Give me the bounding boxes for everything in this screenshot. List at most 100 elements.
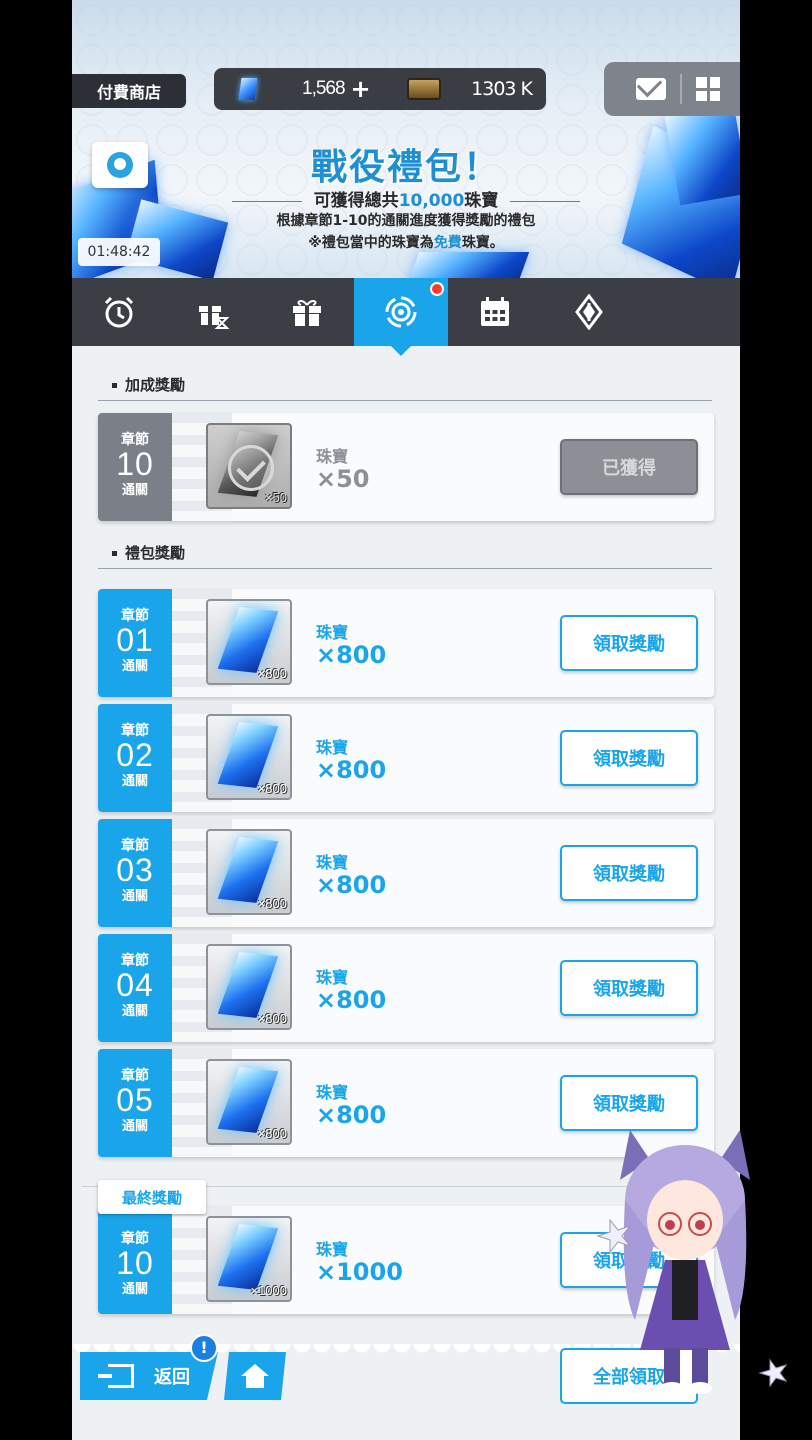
gem-icon [217, 1067, 279, 1133]
cleared-label: 通關 [121, 774, 148, 789]
item-quantity: ×800 [257, 1011, 287, 1026]
grid-menu-icon[interactable] [696, 77, 720, 101]
subtitle-text: 可獲得總共 [313, 191, 399, 211]
alarm-clock-icon [104, 296, 134, 328]
chapter-header: 章節 05 通關 [98, 1049, 172, 1157]
gem-icon [217, 837, 279, 903]
banner-note: ※禮包當中的珠寶為免費珠寶。 [72, 232, 740, 252]
mascot-avatar [596, 1130, 788, 1394]
gem-item-slot[interactable]: ×800 [206, 1059, 292, 1145]
top-right-menu [604, 62, 740, 116]
reward-amount: ×800 [316, 641, 387, 669]
claim-reward-button[interactable]: 領取獎勵 [560, 730, 698, 786]
tab-campaign[interactable] [354, 278, 448, 356]
cleared-label: 通關 [121, 483, 148, 498]
target-icon [385, 296, 417, 328]
gem-icon [217, 722, 279, 788]
chapter-number: 04 [116, 967, 154, 1003]
divider [680, 74, 682, 104]
claim-reward-button[interactable]: 領取獎勵 [560, 615, 698, 671]
home-button[interactable] [224, 1352, 286, 1400]
banner-title: 戰役禮包！ [310, 147, 501, 188]
gem-icon [217, 1224, 279, 1290]
banner-subtitle: 可獲得總共10,000珠寶 [72, 186, 740, 211]
chapter-header: 章節 03 通關 [98, 819, 172, 927]
gem-item-slot[interactable]: ×50 [206, 423, 292, 509]
gem-icon [217, 607, 279, 673]
package-reward-card: 章節 03 通關 ×800 珠寶 ×800 領取獎勵 [98, 819, 714, 927]
note-suffix: 珠寶。 [461, 235, 504, 251]
cleared-label: 通關 [121, 1004, 148, 1019]
tab-calendar[interactable] [448, 278, 542, 346]
section-title-package: 禮包獎勵 [112, 542, 185, 563]
chapter-number: 03 [116, 852, 154, 888]
reward-name: 珠寶 [316, 623, 349, 642]
mail-icon[interactable] [636, 78, 666, 100]
chapter-header: 章節 04 通關 [98, 934, 172, 1042]
home-icon [241, 1364, 269, 1388]
chapter-number: 05 [116, 1082, 154, 1118]
note-free: 免費 [433, 235, 462, 251]
item-quantity: ×800 [257, 781, 287, 796]
tab-alarm[interactable] [72, 278, 166, 346]
checkmark-icon [228, 445, 274, 491]
gem-icon [217, 952, 279, 1018]
countdown-timer: 01:48:42 [78, 238, 160, 266]
item-quantity: ×800 [257, 896, 287, 911]
bonus-reward-card: 章節 10 通關 ×50 珠寶 ×50 已獲得 [98, 413, 714, 521]
gem-item-slot[interactable]: ×800 [206, 829, 292, 915]
chapter-header: 章節 02 通關 [98, 704, 172, 812]
reward-amount: ×50 [316, 465, 370, 493]
section-divider [98, 568, 712, 569]
claim-reward-button[interactable]: 領取獎勵 [560, 845, 698, 901]
calendar-icon [481, 297, 509, 326]
reward-name: 珠寶 [316, 1240, 349, 1259]
gem-item-slot[interactable]: ×1000 [206, 1216, 292, 1302]
event-banner: 付費商店 1,568 + 1303 K 戰役禮包！ 可獲得總共10,000珠寶 … [72, 0, 740, 278]
item-quantity: ×800 [257, 666, 287, 681]
chapter-header: 章節 10 通關 [98, 413, 172, 521]
package-reward-card: 章節 04 通關 ×800 珠寶 ×800 領取獎勵 [98, 934, 714, 1042]
reward-name: 珠寶 [316, 1083, 349, 1102]
cleared-label: 通關 [121, 659, 148, 674]
reward-name: 珠寶 [316, 853, 349, 872]
gem-item-slot[interactable]: ×800 [206, 944, 292, 1030]
alert-badge: ! [190, 1334, 218, 1362]
gem-item-slot[interactable]: ×800 [206, 714, 292, 800]
final-reward-tag: 最終獎勵 [98, 1180, 206, 1214]
back-label: 返回 [154, 1367, 190, 1388]
buy-gems-button[interactable]: + [351, 77, 371, 101]
category-tabs [72, 278, 740, 356]
item-quantity: ×1000 [250, 1283, 287, 1298]
tab-gift[interactable] [260, 278, 354, 346]
section-divider [98, 400, 712, 401]
reward-amount: ×800 [316, 871, 387, 899]
package-reward-card: 章節 02 通關 ×800 珠寶 ×800 領取獎勵 [98, 704, 714, 812]
credit-currency-icon [406, 78, 441, 100]
tab-limited-gift[interactable] [166, 278, 260, 346]
item-quantity: ×50 [264, 490, 287, 505]
chapter-number: 02 [116, 737, 154, 773]
gem-count: 1,568 [302, 78, 346, 99]
subtitle-amount: 10,000 [398, 191, 465, 211]
gift-timer-icon [199, 306, 230, 329]
notification-dot [430, 282, 444, 296]
section-title-bonus: 加成獎勵 [112, 374, 185, 395]
cleared-label: 通關 [121, 889, 148, 904]
reward-name: 珠寶 [316, 447, 349, 466]
reward-name: 珠寶 [316, 738, 349, 757]
claimed-button: 已獲得 [560, 439, 698, 495]
cleared-label: 通關 [121, 1119, 148, 1134]
gift-icon [293, 299, 321, 326]
tab-emblem[interactable] [542, 278, 636, 346]
banner-description: 根據章節1-10的通關進度獲得獎勵的禮包 [276, 213, 536, 229]
crystal-decoration-center [404, 252, 530, 278]
gem-item-slot[interactable]: ×800 [206, 599, 292, 685]
chapter-number: 01 [116, 622, 154, 658]
reward-amount: ×1000 [316, 1258, 403, 1286]
diamond-emblem-icon [575, 294, 603, 330]
cleared-label: 通關 [121, 1282, 148, 1297]
subtitle-unit: 珠寶 [464, 191, 499, 211]
claim-reward-button[interactable]: 領取獎勵 [560, 960, 698, 1016]
gem-currency-icon [238, 78, 258, 100]
